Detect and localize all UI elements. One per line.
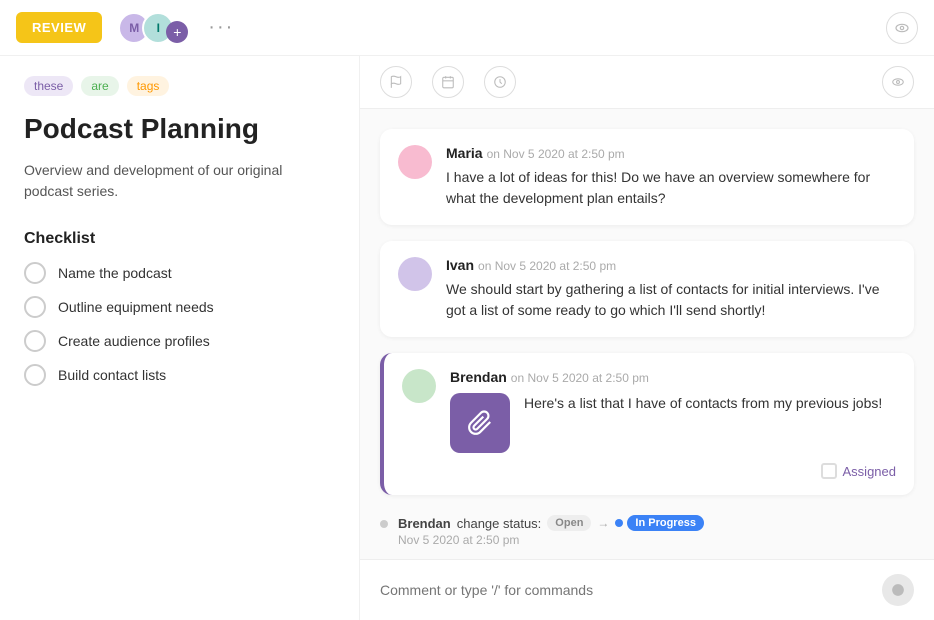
comment-card-brendan: Brendan on Nov 5 2020 at 2:50 pm Here's … [380, 353, 914, 495]
flag-icon[interactable] [380, 66, 412, 98]
add-member-button[interactable]: + [166, 21, 188, 43]
tag-are[interactable]: are [81, 76, 118, 96]
tags-row: these are tags [24, 76, 335, 96]
comment-author-brendan: Brendan [450, 369, 507, 385]
calendar-icon[interactable] [432, 66, 464, 98]
toolbar: REVIEW M I + ··· [0, 0, 934, 56]
page-title: Podcast Planning [24, 112, 335, 146]
checklist-title: Checklist [24, 230, 335, 248]
checklist-items: Name the podcast Outline equipment needs… [24, 262, 335, 386]
assigned-label: Assigned [843, 464, 896, 479]
checklist-checkbox-4[interactable] [24, 364, 46, 386]
attachment-content: Here's a list that I have of contacts fr… [450, 393, 896, 453]
avatar-ivan [398, 257, 432, 291]
tab-bar [360, 56, 934, 109]
status-change-line: Brendan change status: Open → In Progres… [398, 515, 704, 531]
view-icon[interactable] [882, 66, 914, 98]
comment-card-ivan: Ivan on Nov 5 2020 at 2:50 pm We should … [380, 241, 914, 337]
comment-text-maria: I have a lot of ideas for this! Do we ha… [446, 167, 896, 209]
tab-icons-left [380, 66, 516, 98]
avatar-brendan [402, 369, 436, 403]
comment-header-ivan: Ivan on Nov 5 2020 at 2:50 pm [446, 257, 896, 273]
status-change-action: change status: [457, 516, 542, 531]
assigned-checkbox[interactable] [821, 463, 837, 479]
status-change-time: Nov 5 2020 at 2:50 pm [398, 533, 704, 547]
comment-author-maria: Maria [446, 145, 483, 161]
comment-input[interactable] [380, 582, 870, 598]
comment-meta-brendan: on Nov 5 2020 at 2:50 pm [511, 371, 649, 385]
toolbar-right-icons [886, 12, 918, 44]
send-button[interactable] [882, 574, 914, 606]
right-panel: Maria on Nov 5 2020 at 2:50 pm I have a … [360, 56, 934, 620]
status-dot-progress [615, 519, 623, 527]
more-options-button[interactable]: ··· [208, 16, 234, 39]
page-description: Overview and development of our original… [24, 160, 335, 202]
status-change-body: Brendan change status: Open → In Progres… [398, 515, 704, 547]
checklist-item-2: Outline equipment needs [24, 296, 335, 318]
status-dot [380, 520, 388, 528]
checklist-item-4: Build contact lists [24, 364, 335, 386]
status-change: Brendan change status: Open → In Progres… [380, 511, 914, 551]
left-panel: these are tags Podcast Planning Overview… [0, 56, 360, 620]
status-change-author: Brendan [398, 516, 451, 531]
comment-body-maria: Maria on Nov 5 2020 at 2:50 pm I have a … [446, 145, 896, 209]
comment-text-ivan: We should start by gathering a list of c… [446, 279, 896, 321]
clock-icon[interactable] [484, 66, 516, 98]
tag-tags[interactable]: tags [127, 76, 170, 96]
status-badge-progress: In Progress [627, 515, 704, 531]
main-layout: these are tags Podcast Planning Overview… [0, 56, 934, 620]
avatar-group: M I + [118, 12, 188, 44]
comment-text-brendan: Here's a list that I have of contacts fr… [524, 393, 896, 414]
comment-attachment-body: Brendan on Nov 5 2020 at 2:50 pm Here's … [450, 369, 896, 479]
comment-meta-maria: on Nov 5 2020 at 2:50 pm [487, 147, 625, 161]
comment-meta-ivan: on Nov 5 2020 at 2:50 pm [478, 259, 616, 273]
eye-icon[interactable] [886, 12, 918, 44]
comment-header-brendan: Brendan on Nov 5 2020 at 2:50 pm [450, 369, 896, 385]
status-badge-open: Open [547, 515, 591, 531]
avatar-maria [398, 145, 432, 179]
checklist-item-1: Name the podcast [24, 262, 335, 284]
comment-card-maria: Maria on Nov 5 2020 at 2:50 pm I have a … [380, 129, 914, 225]
comment-body-ivan: Ivan on Nov 5 2020 at 2:50 pm We should … [446, 257, 896, 321]
arrow-icon: → [597, 516, 609, 530]
attachment-icon[interactable] [450, 393, 510, 453]
review-button[interactable]: REVIEW [16, 12, 102, 43]
checklist-label-3: Create audience profiles [58, 333, 210, 349]
checklist-checkbox-2[interactable] [24, 296, 46, 318]
checklist-checkbox-1[interactable] [24, 262, 46, 284]
checklist-checkbox-3[interactable] [24, 330, 46, 352]
checklist-label-1: Name the podcast [58, 265, 172, 281]
comment-header-maria: Maria on Nov 5 2020 at 2:50 pm [446, 145, 896, 161]
comment-input-bar [360, 559, 934, 620]
checklist-label-2: Outline equipment needs [58, 299, 214, 315]
comment-author-ivan: Ivan [446, 257, 474, 273]
assigned-area: Assigned [450, 463, 896, 479]
checklist-label-4: Build contact lists [58, 367, 166, 383]
comments-area: Maria on Nov 5 2020 at 2:50 pm I have a … [360, 109, 934, 559]
checklist-item-3: Create audience profiles [24, 330, 335, 352]
tag-these[interactable]: these [24, 76, 73, 96]
